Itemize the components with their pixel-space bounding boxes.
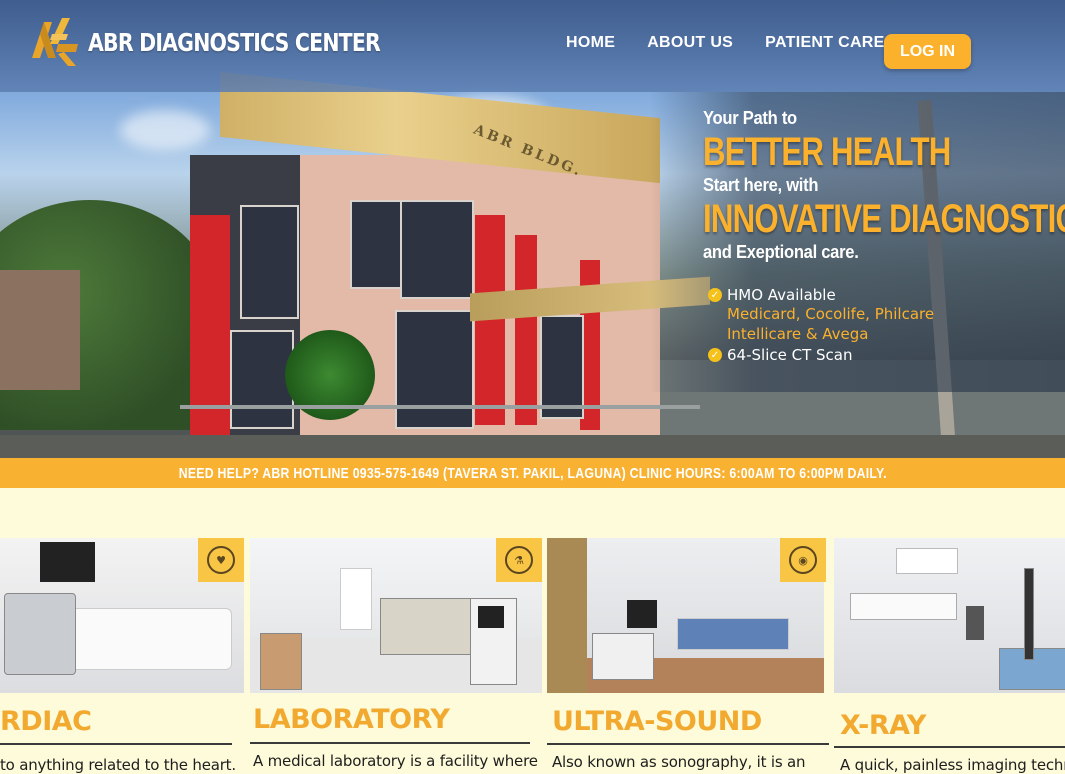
hotline-text: NEED HELP? ABR HOTLINE 0935-575-1649 (TA… xyxy=(178,464,887,482)
service-title: RDIAC xyxy=(0,706,92,737)
ground xyxy=(0,435,1065,458)
check-icon: ✓ xyxy=(708,288,722,302)
nav-home[interactable]: HOME xyxy=(566,34,615,52)
ultrasound-icon: ◉ xyxy=(780,538,826,582)
hero-features: ✓ HMO Available Medicard, Cocolife, Phil… xyxy=(708,285,934,365)
service-card-cardiac[interactable]: ♥ RDIAC to anything related to the heart… xyxy=(0,538,244,774)
nav-about-us[interactable]: ABOUT US xyxy=(647,34,733,52)
hotline-bar: NEED HELP? ABR HOTLINE 0935-575-1649 (TA… xyxy=(0,458,1065,488)
house xyxy=(0,270,80,390)
service-title: X-RAY xyxy=(840,710,926,741)
service-description: A medical laboratory is a facility where xyxy=(253,752,538,770)
hero-line-4: INNOVATIVE DIAGNOSTICS xyxy=(703,197,1065,241)
login-button[interactable]: LOG IN xyxy=(884,34,971,69)
service-title: ULTRA-SOUND xyxy=(552,706,762,737)
feature-detail: Medicard, Cocolife, Philcare xyxy=(727,305,935,323)
service-description: A quick, painless imaging techni xyxy=(840,756,1065,774)
service-card-xray[interactable]: X-RAY A quick, painless imaging techni xyxy=(834,538,1065,774)
abr-building-photo: ABR BLDG. xyxy=(130,71,710,455)
xray-room-photo xyxy=(834,538,1065,693)
railing xyxy=(180,405,700,409)
hero-line-1: Your Path to xyxy=(703,108,797,128)
hero-line-3: Start here, with xyxy=(703,175,819,195)
feature-item: ✓ 64-Slice CT Scan xyxy=(708,345,934,365)
microscope-icon: ⚗ xyxy=(496,538,542,582)
service-title: LABORATORY xyxy=(253,704,450,735)
hero-headline: Your Path to BETTER HEALTH Start here, w… xyxy=(703,108,1065,263)
heart-monitor-icon: ♥ xyxy=(198,538,244,582)
nav-menu: HOME ABOUT US PATIENT CARE xyxy=(566,34,917,52)
abr-logo-icon xyxy=(28,14,82,70)
check-icon: ✓ xyxy=(708,348,722,362)
site-logo[interactable]: ABR DIAGNOSTICS CENTER xyxy=(28,14,444,70)
service-description: Also known as sonography, it is an xyxy=(552,753,806,771)
top-navbar: ABR DIAGNOSTICS CENTER HOME ABOUT US PAT… xyxy=(0,0,1065,92)
site-name: ABR DIAGNOSTICS CENTER xyxy=(88,27,381,57)
feature-item: ✓ HMO Available xyxy=(708,285,934,305)
services-carousel: ♥ RDIAC to anything related to the heart… xyxy=(0,538,1065,774)
feature-detail: Intellicare & Avega xyxy=(727,325,869,343)
service-description: to anything related to the heart. xyxy=(0,756,236,774)
service-card-ultrasound[interactable]: ◉ ULTRA-SOUND Also known as sonography, … xyxy=(547,538,829,772)
nav-patient-care[interactable]: PATIENT CARE xyxy=(765,34,884,52)
service-card-laboratory[interactable]: ⚗ LABORATORY A medical laboratory is a f… xyxy=(250,538,542,772)
feature-label: 64-Slice CT Scan xyxy=(727,346,853,364)
feature-label: HMO Available xyxy=(727,286,836,304)
hero-line-5: and Exeptional care. xyxy=(703,242,859,262)
hero-line-2: BETTER HEALTH xyxy=(703,130,951,174)
